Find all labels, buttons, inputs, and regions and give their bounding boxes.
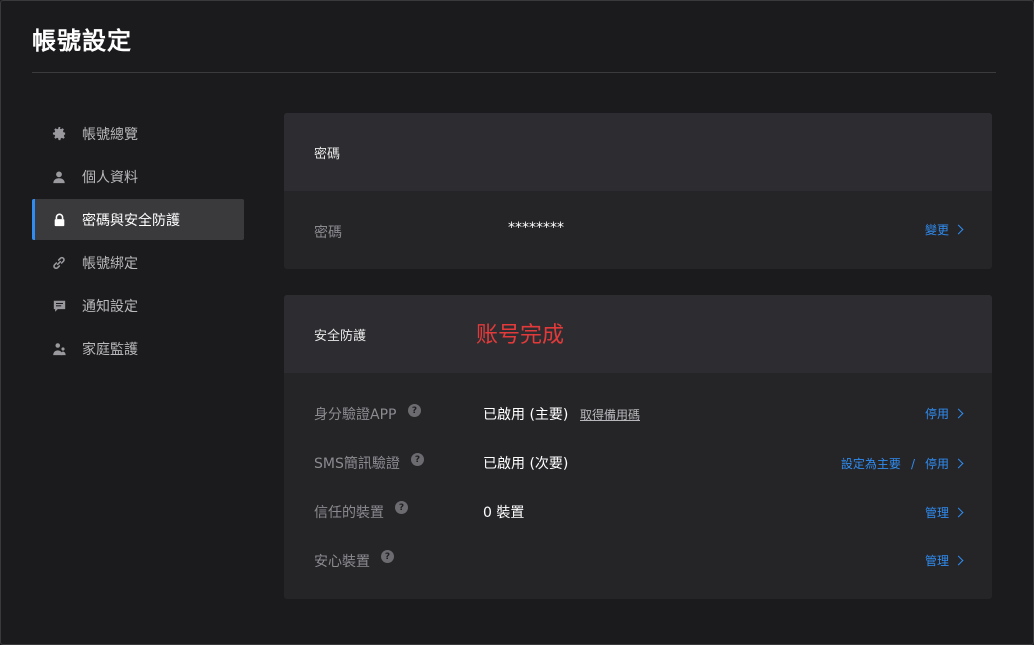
password-card-body: 密碼 ******** 變更	[284, 191, 992, 269]
sms-verification-label: SMS簡訊驗證	[314, 456, 400, 472]
disable-authenticator-link[interactable]: 停用	[924, 405, 964, 422]
lock-icon	[51, 212, 67, 228]
manage-trusted-devices-link[interactable]: 管理	[924, 504, 964, 521]
trusted-devices-count: 0 裝置	[483, 505, 525, 521]
message-icon	[51, 298, 67, 314]
sidebar-item-profile[interactable]: 個人資料	[32, 156, 244, 197]
sidebar-item-label: 通知設定	[82, 298, 138, 315]
sms-verification-status: 已啟用 (次要)	[483, 456, 569, 472]
password-card: 密碼 密碼 ******** 變更	[284, 113, 992, 269]
get-backup-codes-link[interactable]: 取得備用碼	[580, 406, 640, 423]
sms-actions: 設定為主要 / 停用	[841, 455, 964, 472]
chevron-right-icon	[953, 507, 964, 518]
overlay-text: 账号完成	[476, 323, 565, 348]
help-icon[interactable]: ?	[395, 501, 408, 514]
help-icon[interactable]: ?	[411, 453, 424, 466]
sidebar-item-label: 密碼與安全防護	[82, 212, 180, 229]
header-divider	[32, 72, 996, 73]
sidebar-item-account-binding[interactable]: 帳號綁定	[32, 242, 244, 283]
security-card: 安全防護 账号完成 身分驗證APP ? 已啟用 (主要) 取得備用碼 停用 SM…	[284, 295, 992, 599]
disable-label: 停用	[924, 407, 949, 421]
action-separator: /	[910, 456, 915, 471]
security-card-header: 安全防護 账号完成	[284, 295, 992, 373]
sidebar-item-family[interactable]: 家庭監護	[32, 328, 244, 369]
password-label: 密碼	[314, 225, 342, 241]
sidebar-item-password-security[interactable]: 密碼與安全防護	[32, 199, 244, 240]
security-card-body: 身分驗證APP ? 已啟用 (主要) 取得備用碼 停用 SMS簡訊驗證 ? 已啟…	[284, 373, 992, 599]
chevron-right-icon	[953, 458, 964, 469]
chevron-right-icon	[953, 555, 964, 566]
disable-sms-link[interactable]: 停用	[925, 455, 949, 472]
manage-safe-devices-link[interactable]: 管理	[924, 552, 964, 569]
sidebar-item-notifications[interactable]: 通知設定	[32, 285, 244, 326]
sidebar: 帳號總覽 個人資料 密碼與安全防護 帳號綁定 通知設定 家庭監護	[32, 113, 244, 371]
card-title: 密碼	[314, 146, 341, 162]
manage-label: 管理	[924, 506, 949, 520]
change-password-link[interactable]: 變更	[924, 221, 964, 238]
password-value: ********	[508, 220, 564, 236]
chevron-right-icon	[953, 408, 964, 419]
manage-label: 管理	[924, 554, 949, 568]
change-password-label: 變更	[924, 223, 949, 237]
gear-icon	[51, 126, 67, 142]
trusted-devices-label: 信任的裝置	[314, 505, 384, 521]
sidebar-item-label: 帳號總覽	[82, 126, 138, 143]
help-icon[interactable]: ?	[408, 404, 421, 417]
page-title: 帳號設定	[32, 27, 132, 55]
sidebar-item-label: 帳號綁定	[82, 255, 138, 272]
authenticator-app-label: 身分驗證APP	[314, 407, 397, 423]
link-icon	[51, 255, 67, 271]
chevron-right-icon	[953, 224, 964, 235]
user-icon	[51, 169, 67, 185]
sidebar-item-label: 個人資料	[82, 169, 138, 186]
sidebar-item-label: 家庭監護	[82, 341, 138, 358]
authenticator-app-status: 已啟用 (主要)	[483, 407, 569, 423]
sidebar-item-overview[interactable]: 帳號總覽	[32, 113, 244, 154]
help-icon[interactable]: ?	[381, 550, 394, 563]
set-primary-link[interactable]: 設定為主要	[841, 455, 901, 472]
family-icon	[51, 341, 67, 357]
app-window: 帳號設定 帳號總覽 個人資料 密碼與安全防護 帳號綁定 通知設定 家庭監護 密碼…	[0, 0, 1034, 645]
safe-devices-label: 安心裝置	[314, 554, 370, 570]
card-title: 安全防護	[314, 328, 367, 344]
password-card-header: 密碼	[284, 113, 992, 191]
